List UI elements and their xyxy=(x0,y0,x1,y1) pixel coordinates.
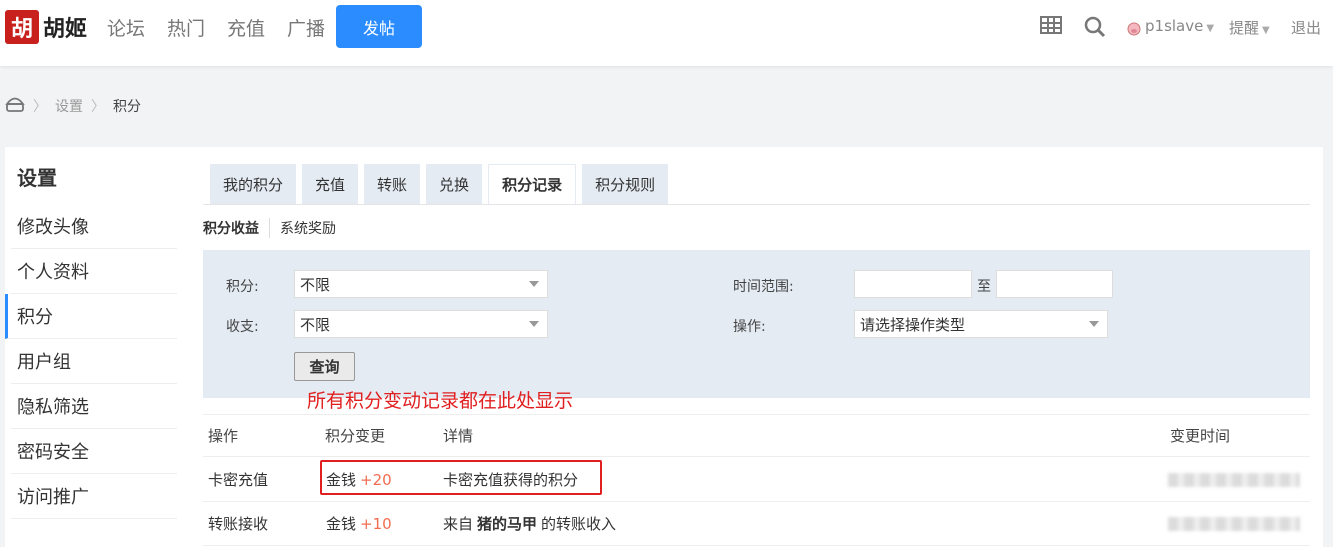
col-operation: 操作 xyxy=(208,427,239,445)
settings-card: 设置 修改头像 个人资料 积分 用户组 隐私筛选 密码安全 访问推广 我的积分 … xyxy=(5,147,1323,547)
table-header: 操作 积分变更 详情 变更时间 xyxy=(203,414,1310,457)
chevron-down-icon: ▼ xyxy=(1262,25,1270,36)
chevron-down-icon xyxy=(529,281,539,287)
col-credit-change: 积分变更 xyxy=(325,427,386,445)
col-detail: 详情 xyxy=(443,427,474,445)
operation-select[interactable]: 请选择操作类型 xyxy=(854,310,1108,338)
filter-panel: 积分: 不限 收支: 不限 时间范围: 至 操作: 请选择操作类型 查询 xyxy=(203,250,1310,398)
operation-label: 操作: xyxy=(733,319,766,335)
chevron-down-icon xyxy=(529,321,539,327)
subtab-income[interactable]: 积分收益 xyxy=(203,218,270,238)
inout-filter-label: 收支: xyxy=(226,319,259,335)
credit-tabs: 我的积分 充值 转账 兑换 积分记录 积分规则 xyxy=(210,164,674,204)
tab-exchange[interactable]: 兑换 xyxy=(426,164,483,204)
detail-prefix: 来自 xyxy=(443,515,474,533)
operation-select-value: 请选择操作类型 xyxy=(860,315,966,334)
chevron-down-icon: ▼ xyxy=(1206,23,1215,34)
sidebar-item-privacy[interactable]: 隐私筛选 xyxy=(11,384,177,429)
grid-icon[interactable] xyxy=(1040,16,1062,39)
tab-credit-log[interactable]: 积分记录 xyxy=(488,164,577,204)
query-button[interactable]: 查询 xyxy=(294,352,355,381)
time-range-label: 时间范围: xyxy=(733,279,794,295)
tab-transfer[interactable]: 转账 xyxy=(364,164,421,204)
logout-link[interactable]: 退出 xyxy=(1291,17,1321,38)
row-amount: +10 xyxy=(360,514,392,533)
start-date-input[interactable] xyxy=(854,270,972,298)
credit-select[interactable]: 不限 xyxy=(294,270,548,298)
sender-username[interactable]: 猪的马甲 xyxy=(477,513,537,534)
row-operation: 转账接收 xyxy=(208,515,269,533)
credit-select-value: 不限 xyxy=(300,275,331,294)
nav-broadcast[interactable]: 广播 xyxy=(287,14,325,41)
tab-credit-rules[interactable]: 积分规则 xyxy=(582,164,669,204)
tab-divider xyxy=(203,204,1310,205)
detail-suffix: 的转账收入 xyxy=(541,515,617,533)
search-icon[interactable] xyxy=(1084,16,1106,43)
breadcrumb: 〉 设置 〉 积分 xyxy=(5,95,141,117)
annotation-text: 所有积分变动记录都在此处显示 xyxy=(307,390,574,412)
breadcrumb-settings[interactable]: 设置 xyxy=(55,96,83,116)
sidebar-title: 设置 xyxy=(17,166,57,190)
inout-select[interactable]: 不限 xyxy=(294,310,548,338)
sidebar-item-promotion[interactable]: 访问推广 xyxy=(11,474,177,519)
chevron-down-icon xyxy=(1089,321,1099,327)
breadcrumb-separator: 〉 xyxy=(33,99,47,115)
row-detail: 来自 猪的马甲 的转账收入 xyxy=(443,502,616,545)
pig-avatar-icon[interactable] xyxy=(1127,20,1141,41)
time-range-separator: 至 xyxy=(977,279,991,295)
tab-recharge[interactable]: 充值 xyxy=(302,164,359,204)
row-operation: 卡密充值 xyxy=(208,471,269,489)
nav-hot[interactable]: 热门 xyxy=(167,14,205,41)
breadcrumb-current: 积分 xyxy=(113,99,141,115)
top-bar: 胡 胡姬 论坛 热门 充值 广播 发帖 p1slave ▼ 提醒 ▼ 退出 xyxy=(0,0,1333,66)
nav-recharge[interactable]: 充值 xyxy=(227,14,265,41)
logo-mark: 胡 xyxy=(5,10,39,44)
credit-filter-label: 积分: xyxy=(226,279,259,295)
sidebar-item-credits[interactable]: 积分 xyxy=(5,294,177,339)
row-credit-change: 金钱 +10 xyxy=(326,502,392,545)
subtab-reward[interactable]: 系统奖励 xyxy=(270,218,336,238)
inout-select-value: 不限 xyxy=(300,315,331,334)
nav-forum[interactable]: 论坛 xyxy=(107,14,145,41)
user-menu[interactable]: p1slave ▼ xyxy=(1145,17,1214,35)
breadcrumb-separator: 〉 xyxy=(91,99,105,115)
end-date-input[interactable] xyxy=(996,270,1113,298)
blurred-time xyxy=(1168,473,1300,487)
subtabs: 积分收益 系统奖励 xyxy=(203,218,336,238)
username: p1slave xyxy=(1145,17,1204,35)
home-icon[interactable] xyxy=(5,95,25,117)
logo-text: 胡姬 xyxy=(43,16,88,42)
post-button[interactable]: 发帖 xyxy=(336,5,422,48)
sidebar-item-usergroup[interactable]: 用户组 xyxy=(11,339,177,384)
row-currency: 金钱 xyxy=(326,515,357,533)
col-change-time: 变更时间 xyxy=(1170,427,1231,445)
sidebar-item-avatar[interactable]: 修改头像 xyxy=(11,204,177,249)
sidebar-item-profile[interactable]: 个人资料 xyxy=(11,249,177,294)
tab-my-credits[interactable]: 我的积分 xyxy=(210,164,297,204)
site-logo[interactable]: 胡 胡姬 xyxy=(5,9,87,45)
remind-menu[interactable]: 提醒 ▼ xyxy=(1229,17,1270,38)
remind-label: 提醒 xyxy=(1229,19,1260,37)
sidebar-item-security[interactable]: 密码安全 xyxy=(11,429,177,474)
highlight-box xyxy=(320,460,602,495)
blurred-time xyxy=(1168,517,1300,531)
table-row: 转账接收 金钱 +10 来自 猪的马甲 的转账收入 xyxy=(203,502,1310,546)
